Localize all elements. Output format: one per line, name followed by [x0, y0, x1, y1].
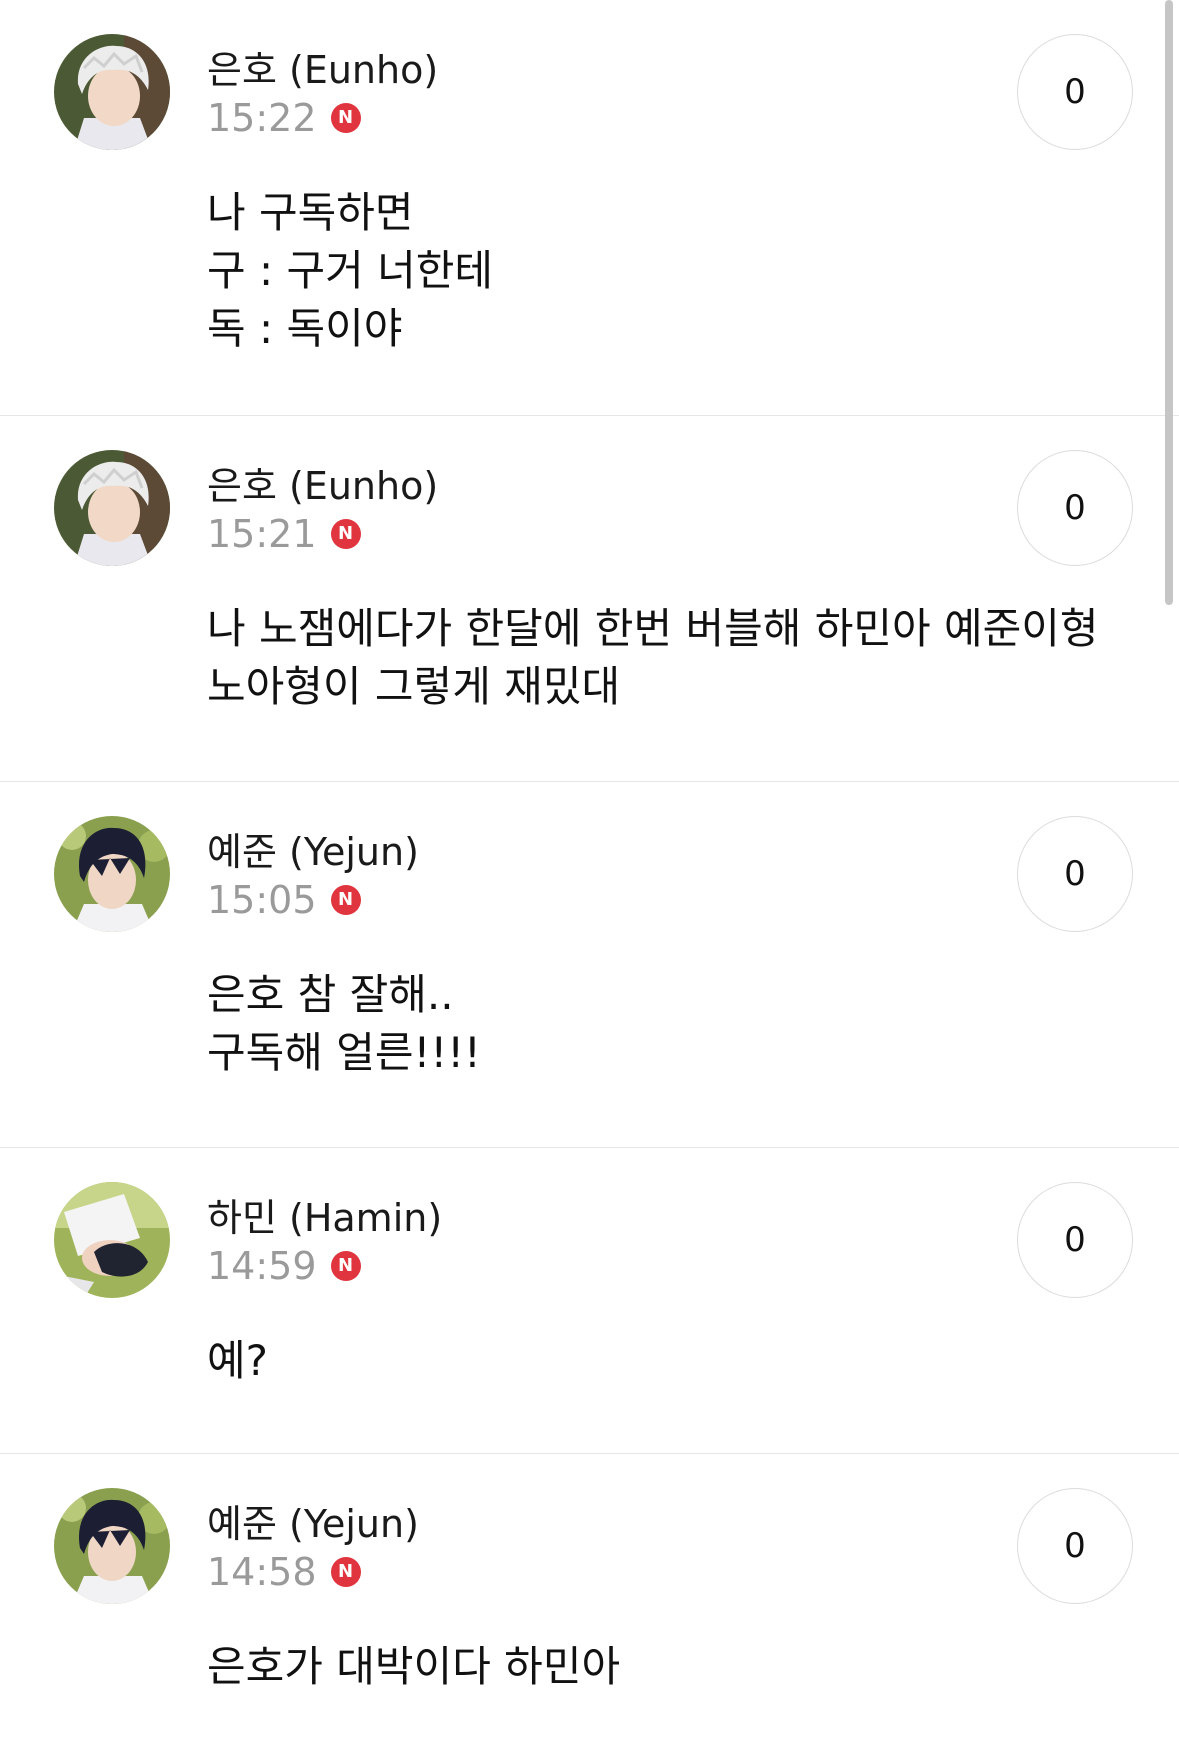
- message-line: 나 노잼에다가 한달에 한번 버블해 하민아 예준이형: [207, 604, 1099, 653]
- author-name: 은호 (Eunho): [207, 464, 439, 508]
- comment-item: 하민 (Hamin) 14:59 N 0 예?: [0, 1148, 1179, 1454]
- new-badge: N: [330, 885, 361, 915]
- comment-item: 은호 (Eunho) 15:22 N 0 나 구독하면 구 : 구거 너한테 독…: [0, 0, 1179, 416]
- post-time: 15:05: [207, 878, 317, 922]
- new-badge: N: [330, 1557, 361, 1587]
- post-meta: 15:05 N: [207, 874, 361, 926]
- new-badge: N: [330, 519, 361, 549]
- message-text: 나 노잼에다가 한달에 한번 버블해 하민아 예준이형 노아형이 그렇게 재밌대: [207, 600, 1107, 716]
- post-time: 14:59: [207, 1244, 317, 1288]
- comment-feed: 은호 (Eunho) 15:22 N 0 나 구독하면 구 : 구거 너한테 독…: [0, 0, 1179, 1754]
- message-line: 나 구독하면: [207, 188, 414, 237]
- post-meta: 15:21 N: [207, 508, 361, 560]
- comment-item: 예준 (Yejun) 15:05 N 0 은호 참 잘해.. 구독해 얼른!!!…: [0, 782, 1179, 1148]
- new-badge: N: [330, 103, 361, 133]
- like-count-button[interactable]: 0: [1017, 450, 1133, 566]
- like-count-button[interactable]: 0: [1017, 34, 1133, 150]
- scrollbar[interactable]: [1165, 0, 1173, 605]
- author-name: 예준 (Yejun): [207, 1502, 419, 1546]
- message-text: 나 구독하면 구 : 구거 너한테 독 : 독이야: [207, 184, 1107, 358]
- message-line: 구 : 구거 너한테: [207, 246, 494, 295]
- message-text: 예?: [207, 1332, 1107, 1390]
- message-text: 은호가 대박이다 하민아: [207, 1638, 1107, 1696]
- message-line: 독 : 독이야: [207, 304, 403, 353]
- like-count-button[interactable]: 0: [1017, 816, 1133, 932]
- author-name: 은호 (Eunho): [207, 48, 439, 92]
- avatar[interactable]: [54, 1182, 170, 1298]
- post-time: 15:22: [207, 96, 317, 140]
- new-badge: N: [330, 1251, 361, 1281]
- message-line: 노아형이 그렇게 재밌대: [207, 662, 621, 711]
- avatar[interactable]: [54, 450, 170, 566]
- message-line: 구독해 얼른!!!!: [207, 1028, 481, 1077]
- post-meta: 14:59 N: [207, 1240, 361, 1292]
- message-line: 은호 참 잘해..: [207, 970, 454, 1019]
- post-time: 15:21: [207, 512, 317, 556]
- avatar[interactable]: [54, 816, 170, 932]
- post-meta: 15:22 N: [207, 92, 361, 144]
- post-meta: 14:58 N: [207, 1546, 361, 1598]
- avatar[interactable]: [54, 1488, 170, 1604]
- post-time: 14:58: [207, 1550, 317, 1594]
- comment-item: 은호 (Eunho) 15:21 N 0 나 노잼에다가 한달에 한번 버블해 …: [0, 416, 1179, 782]
- like-count-button[interactable]: 0: [1017, 1488, 1133, 1604]
- message-line: 예?: [207, 1336, 268, 1385]
- comment-item: 예준 (Yejun) 14:58 N 0 은호가 대박이다 하민아: [0, 1454, 1179, 1754]
- message-line: 은호가 대박이다 하민아: [207, 1642, 621, 1691]
- like-count-button[interactable]: 0: [1017, 1182, 1133, 1298]
- message-text: 은호 참 잘해.. 구독해 얼른!!!!: [207, 966, 1107, 1082]
- avatar[interactable]: [54, 34, 170, 150]
- author-name: 예준 (Yejun): [207, 830, 419, 874]
- author-name: 하민 (Hamin): [207, 1196, 443, 1240]
